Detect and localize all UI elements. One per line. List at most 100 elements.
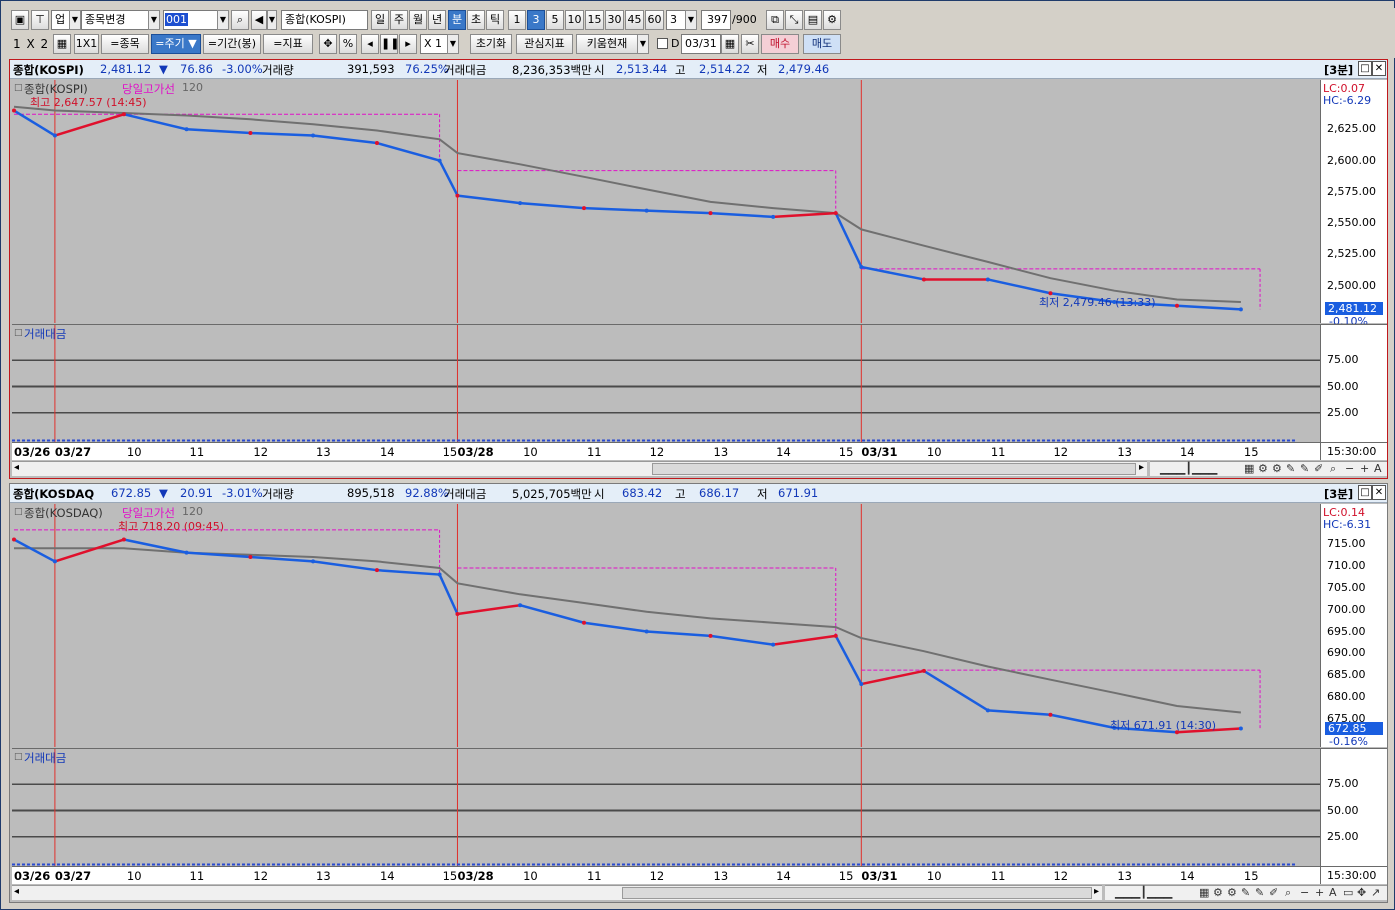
period-week-button[interactable]: 주 bbox=[390, 10, 408, 30]
price-chart-area[interactable]: □ 종합(KOSDAQ) 당일고가선 120 최고 718.20 (09:45) 최저 … bbox=[12, 504, 1320, 747]
eraser-icon[interactable]: ✐ bbox=[1269, 886, 1278, 899]
code-dropdown[interactable]: ▼ bbox=[217, 10, 229, 30]
split-icon[interactable]: ⧉ bbox=[766, 10, 784, 30]
zoom-slider[interactable]: ▁▁▁┃▁▁▁ bbox=[1115, 886, 1172, 899]
interval-input[interactable]: 3 bbox=[666, 10, 686, 30]
pan-icon[interactable]: ✥ bbox=[1357, 886, 1366, 899]
layout-icon[interactable]: ▣ bbox=[11, 10, 29, 30]
minute-3-button[interactable]: 3 bbox=[527, 10, 545, 30]
gear-icon[interactable]: ⚙ bbox=[823, 10, 841, 30]
move-icon[interactable]: ✥ bbox=[319, 34, 337, 54]
pause-icon[interactable]: ❚❚ bbox=[380, 34, 399, 54]
minute-10-button[interactable]: 10 bbox=[565, 10, 584, 30]
zoom-input[interactable]: X 1 bbox=[420, 34, 448, 54]
sell-button[interactable]: 매도 bbox=[803, 34, 841, 54]
code-input[interactable]: 001 bbox=[163, 10, 218, 30]
save-icon[interactable]: ▤ bbox=[804, 10, 822, 30]
period-second-button[interactable]: 초 bbox=[467, 10, 485, 30]
percent-button[interactable]: % bbox=[339, 34, 357, 54]
interest-indicator-button[interactable]: 관심지표 bbox=[516, 34, 573, 54]
draw-icon[interactable]: ⤡ bbox=[785, 10, 803, 30]
minute-5-button[interactable]: 5 bbox=[546, 10, 564, 30]
magnifier-icon[interactable]: ⌕ bbox=[1330, 462, 1336, 476]
table-icon[interactable]: ▦ bbox=[1244, 462, 1254, 475]
maximize-icon[interactable]: □ bbox=[1358, 485, 1372, 500]
scroll-left-icon[interactable]: ◂ bbox=[14, 462, 19, 473]
minute-30-button[interactable]: 30 bbox=[605, 10, 624, 30]
period-tick-button[interactable]: 틱 bbox=[486, 10, 504, 30]
amount-chart-area[interactable]: □ 거래대금 bbox=[12, 748, 1320, 866]
reset-button[interactable]: 초기화 bbox=[470, 34, 512, 54]
period-sync-button[interactable]: =주기 ▼ bbox=[151, 34, 201, 54]
palette-icon[interactable]: ⚙ bbox=[1272, 462, 1282, 475]
zoom-out-icon[interactable]: − bbox=[1345, 462, 1354, 475]
amount-chart-area[interactable]: □ 거래대금 bbox=[12, 324, 1320, 442]
maximize-icon[interactable]: □ bbox=[1358, 61, 1372, 76]
date-input[interactable]: 03/31 bbox=[681, 34, 721, 54]
count-input[interactable]: 397 bbox=[701, 10, 731, 30]
close-icon[interactable]: ✕ bbox=[1372, 61, 1386, 76]
symbol-sync-button[interactable]: =종목 bbox=[101, 34, 149, 54]
next-icon[interactable]: ▸ bbox=[399, 34, 417, 54]
pen-icon[interactable]: ✎ bbox=[1286, 462, 1295, 475]
period-minute-button[interactable]: 분 bbox=[448, 10, 466, 30]
chart-panel-kosdaq[interactable]: 종합(KOSDAQ 672.85 ▼ 20.91 -3.01% 거래량 895,… bbox=[9, 483, 1388, 903]
settings-icon[interactable]: ⚙ bbox=[1213, 886, 1223, 899]
interval-dropdown[interactable]: ▼ bbox=[685, 10, 697, 30]
speaker-dropdown[interactable]: ▼ bbox=[267, 10, 277, 30]
layout-label[interactable]: 1 X 2 bbox=[13, 37, 49, 51]
chart-panel-kospi[interactable]: 종합(KOSPI) 2,481.12 ▼ 76.86 -3.00% 거래량 39… bbox=[9, 59, 1388, 479]
minute-1-button[interactable]: 1 bbox=[508, 10, 526, 30]
zoom-in-icon[interactable]: + bbox=[1360, 462, 1369, 475]
zoom-out-icon[interactable]: − bbox=[1300, 886, 1309, 899]
zoom-in-icon[interactable]: + bbox=[1315, 886, 1324, 899]
horizontal-scrollbar[interactable]: ◂ ▸ bbox=[12, 461, 1147, 476]
range-sync-button[interactable]: =기간(봉) bbox=[203, 34, 261, 54]
scroll-left-icon[interactable]: ◂ bbox=[14, 886, 19, 897]
speaker-icon[interactable]: ◀ bbox=[251, 10, 267, 30]
date-checkbox[interactable] bbox=[657, 38, 668, 49]
screen-icon[interactable]: ▭ bbox=[1343, 886, 1353, 899]
indicator-sync-button[interactable]: =지표 bbox=[263, 34, 313, 54]
buy-button[interactable]: 매수 bbox=[761, 34, 799, 54]
table-icon[interactable]: ▦ bbox=[1199, 886, 1209, 899]
eraser-icon[interactable]: ✐ bbox=[1314, 462, 1323, 475]
scissors-icon[interactable]: ✂ bbox=[741, 34, 759, 54]
scroll-thumb[interactable] bbox=[622, 887, 1092, 899]
search-icon[interactable]: ⌕ bbox=[231, 10, 249, 30]
minute-60-button[interactable]: 60 bbox=[645, 10, 664, 30]
period-month-button[interactable]: 월 bbox=[409, 10, 427, 30]
market-code-field[interactable]: 업 bbox=[51, 10, 71, 30]
exit-icon[interactable]: ↗ bbox=[1371, 886, 1380, 899]
settings-icon[interactable]: ⚙ bbox=[1258, 462, 1268, 475]
close-icon[interactable]: ✕ bbox=[1372, 485, 1386, 500]
kiwoom-dropdown[interactable]: ▼ bbox=[637, 34, 649, 54]
horizontal-scrollbar[interactable]: ◂ ▸ bbox=[12, 885, 1102, 900]
zoom-slider[interactable]: ▁▁▁┃▁▁▁ bbox=[1160, 462, 1217, 475]
grid-icon[interactable]: ▦ bbox=[53, 34, 71, 54]
price-chart-area[interactable]: □ 종합(KOSPI) 당일고가선 120 최고 2,647.57 (14:45) 최저… bbox=[12, 80, 1320, 323]
magnifier-icon[interactable]: ⌕ bbox=[1285, 886, 1291, 900]
scroll-right-icon[interactable]: ▸ bbox=[1094, 886, 1099, 897]
scroll-right-icon[interactable]: ▸ bbox=[1139, 462, 1144, 473]
market-code-dropdown[interactable]: ▼ bbox=[69, 10, 81, 30]
palette-icon[interactable]: ⚙ bbox=[1227, 886, 1237, 899]
symbol-name-field[interactable]: 종합(KOSPI) bbox=[281, 10, 368, 30]
font-icon[interactable]: A bbox=[1329, 886, 1337, 899]
zoom-dropdown[interactable]: ▼ bbox=[447, 34, 459, 54]
period-year-button[interactable]: 년 bbox=[428, 10, 446, 30]
prev-icon[interactable]: ◂ bbox=[361, 34, 379, 54]
brush-icon[interactable]: ✎ bbox=[1255, 886, 1264, 899]
minute-45-button[interactable]: 45 bbox=[625, 10, 644, 30]
kiwoom-current-button[interactable]: 키움현재 bbox=[576, 34, 638, 54]
scroll-thumb[interactable] bbox=[652, 463, 1136, 475]
brush-icon[interactable]: ✎ bbox=[1300, 462, 1309, 475]
pin-icon[interactable]: ⊤ bbox=[31, 10, 49, 30]
period-day-button[interactable]: 일 bbox=[371, 10, 389, 30]
font-icon[interactable]: A bbox=[1374, 462, 1382, 475]
pen-icon[interactable]: ✎ bbox=[1241, 886, 1250, 899]
calendar-icon[interactable]: ▦ bbox=[721, 34, 739, 54]
grid-1x1-button[interactable]: 1X1 bbox=[74, 34, 99, 54]
change-symbol-dropdown[interactable]: ▼ bbox=[148, 10, 160, 30]
minute-15-button[interactable]: 15 bbox=[585, 10, 604, 30]
